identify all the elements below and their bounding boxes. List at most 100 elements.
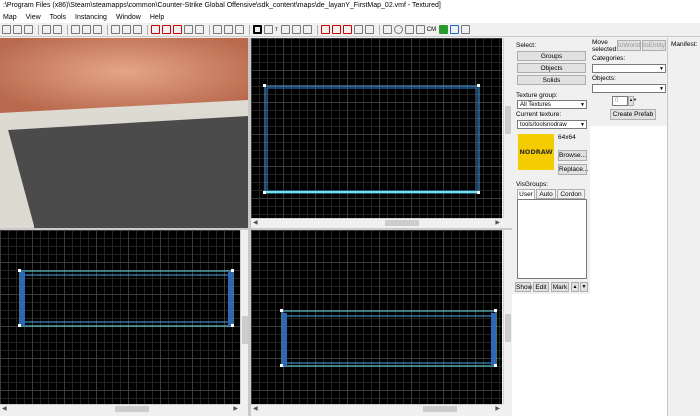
selection-handle[interactable] — [231, 269, 234, 272]
visgroups-list[interactable] — [517, 199, 587, 279]
edit-button[interactable]: Edit — [533, 282, 549, 292]
scroll-thumb[interactable] — [385, 220, 419, 226]
selection-handle[interactable] — [280, 364, 283, 367]
selection-handle[interactable] — [280, 309, 283, 312]
decal-icon[interactable] — [331, 25, 341, 34]
scroll-thumb[interactable] — [423, 406, 457, 412]
menu-view[interactable]: View — [26, 14, 41, 21]
open-icon[interactable] — [13, 25, 22, 34]
grid-larger-icon[interactable] — [133, 25, 142, 34]
selection-handle[interactable] — [18, 324, 21, 327]
selection-handle[interactable] — [231, 324, 234, 327]
select-objects-button[interactable]: Objects — [517, 63, 586, 73]
apply-texture-icon[interactable] — [320, 25, 330, 34]
grid-icon[interactable] — [111, 25, 120, 34]
select-solids-button[interactable]: Solids — [517, 75, 586, 85]
run-map-icon[interactable] — [235, 25, 244, 34]
texture-preview[interactable]: NODRAW — [518, 134, 554, 170]
entity-tool-icon[interactable] — [280, 25, 290, 34]
carve-icon[interactable] — [151, 25, 160, 34]
manifest-list[interactable] — [590, 126, 667, 416]
objects-label: Objects: — [592, 75, 616, 82]
unhide-icon[interactable] — [195, 25, 204, 34]
vertex-icon[interactable] — [353, 25, 363, 34]
texture-size: 64x64 — [558, 134, 576, 141]
side-viewport-hscroll[interactable]: ◀ ▶ — [0, 404, 240, 412]
side-viewport[interactable] — [0, 230, 240, 404]
top-viewport-hscroll[interactable]: ◀ ▶ — [251, 218, 502, 226]
horizontal-splitter[interactable] — [0, 228, 512, 230]
to-entity-button[interactable]: toEntity — [642, 40, 666, 51]
menu-instancing[interactable]: Instancing — [75, 14, 107, 21]
tab-user[interactable]: User — [517, 189, 535, 199]
spinner-arrows-icon[interactable]: ▲▼ — [628, 96, 637, 106]
light-icon[interactable] — [415, 25, 425, 34]
group-icon[interactable] — [162, 25, 171, 34]
to-entity-icon[interactable] — [213, 25, 222, 34]
new-icon[interactable] — [2, 25, 11, 34]
front-viewport-hscroll[interactable]: ◀ ▶ — [251, 404, 502, 412]
scroll-thumb[interactable] — [505, 106, 511, 134]
menu-map[interactable]: Map — [3, 14, 17, 21]
path-icon[interactable] — [364, 25, 374, 34]
front-viewport-vscroll[interactable] — [503, 230, 511, 404]
cm-label[interactable]: CM — [427, 27, 436, 33]
selection-handle[interactable] — [263, 191, 266, 194]
save-icon[interactable] — [24, 25, 33, 34]
categories-dropdown[interactable]: ▼ — [592, 64, 666, 73]
show-button[interactable]: Show — [515, 282, 532, 292]
vertical-splitter[interactable] — [248, 38, 251, 416]
ungroup-icon[interactable] — [173, 25, 182, 34]
magnify-icon[interactable] — [264, 25, 273, 34]
scroll-thumb[interactable] — [505, 314, 511, 342]
cordon-icon[interactable] — [404, 25, 414, 34]
selection-handle[interactable] — [18, 269, 21, 272]
hide-icon[interactable] — [184, 25, 193, 34]
menu-tools[interactable]: Tools — [50, 14, 66, 21]
top-viewport-vscroll[interactable] — [503, 38, 511, 218]
clip-icon[interactable] — [342, 25, 352, 34]
selection-handle[interactable] — [477, 84, 480, 87]
mark-button[interactable]: Mark — [551, 282, 569, 292]
current-texture-dropdown[interactable]: tools/toolsnodraw ▼ — [517, 120, 587, 129]
blue-tool-icon[interactable] — [450, 25, 460, 34]
selection-tool-icon[interactable] — [253, 25, 262, 34]
replace-button[interactable]: Replace... — [558, 164, 588, 175]
texture-group-dropdown[interactable]: All Textures ▼ — [517, 100, 587, 109]
green-tool-icon[interactable] — [439, 25, 449, 34]
selection-handle[interactable] — [494, 309, 497, 312]
instance-tool-icon[interactable] — [461, 25, 471, 34]
camera-tool-icon[interactable]: ᴛ — [275, 27, 278, 33]
paste-icon[interactable] — [93, 25, 102, 34]
scroll-thumb[interactable] — [115, 406, 149, 412]
down-arrow-icon[interactable]: ▼ — [580, 282, 588, 292]
side-viewport-vscroll[interactable] — [240, 230, 248, 404]
selection-handle[interactable] — [263, 84, 266, 87]
undo-icon[interactable] — [42, 25, 51, 34]
to-world-button[interactable]: toWorld — [617, 40, 641, 51]
browse-button[interactable]: Browse... — [558, 150, 587, 161]
block-tool-icon[interactable] — [291, 25, 301, 34]
menu-window[interactable]: Window — [116, 14, 141, 21]
prefab-spinner[interactable]: 0 — [612, 96, 628, 106]
grid-smaller-icon[interactable] — [122, 25, 131, 34]
copy-icon[interactable] — [82, 25, 91, 34]
camera-viewport[interactable] — [0, 38, 248, 228]
menu-help[interactable]: Help — [150, 14, 164, 21]
texture-tool-icon[interactable] — [302, 25, 312, 34]
overlay-icon[interactable] — [382, 25, 392, 34]
sphere-icon[interactable] — [393, 25, 403, 34]
tab-auto[interactable]: Auto — [536, 189, 556, 199]
create-prefab-button[interactable]: Create Prefab — [610, 109, 656, 120]
selection-handle[interactable] — [494, 364, 497, 367]
redo-icon[interactable] — [53, 25, 62, 34]
to-world-icon[interactable] — [224, 25, 233, 34]
front-viewport[interactable] — [251, 230, 502, 404]
up-arrow-icon[interactable]: ▲ — [571, 282, 579, 292]
cut-icon[interactable] — [71, 25, 80, 34]
tab-cordon[interactable]: Cordon — [557, 189, 585, 199]
top-viewport[interactable] — [251, 38, 502, 218]
selection-handle[interactable] — [477, 191, 480, 194]
objects-dropdown[interactable]: ▼ — [592, 84, 666, 93]
select-groups-button[interactable]: Groups — [517, 51, 586, 61]
